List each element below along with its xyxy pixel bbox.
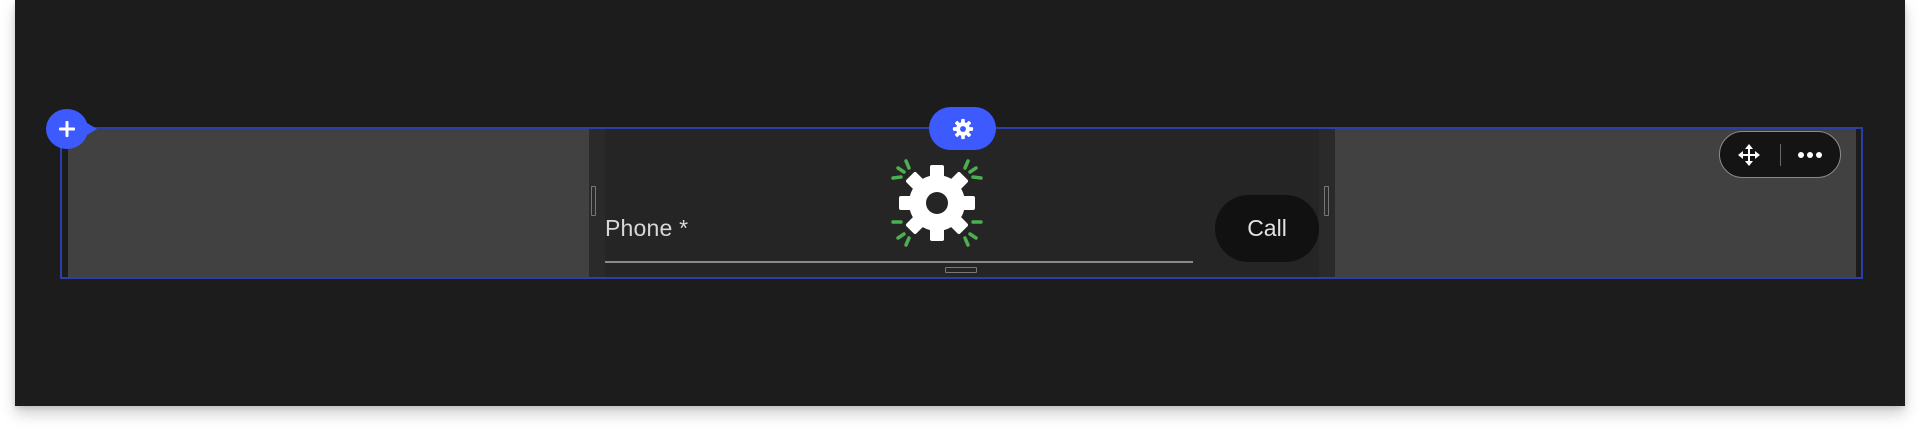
phone-field-underline[interactable] <box>605 261 1193 263</box>
element-toolbar <box>1719 131 1841 178</box>
resize-handle-bottom[interactable] <box>945 267 977 273</box>
more-horizontal-icon[interactable] <box>1797 149 1823 161</box>
section-settings-button[interactable] <box>929 107 996 150</box>
plus-icon <box>59 121 75 137</box>
gear-icon <box>952 118 973 139</box>
loading-gear-icon <box>891 159 983 247</box>
resize-handle-left[interactable] <box>591 186 596 216</box>
phone-field-label[interactable]: Phone * <box>605 215 688 242</box>
toolbar-divider <box>1780 144 1781 166</box>
add-section-button[interactable] <box>46 109 97 149</box>
call-button[interactable]: Call <box>1215 195 1319 262</box>
resize-handle-right[interactable] <box>1324 186 1329 216</box>
move-arrows-icon[interactable] <box>1738 144 1760 166</box>
